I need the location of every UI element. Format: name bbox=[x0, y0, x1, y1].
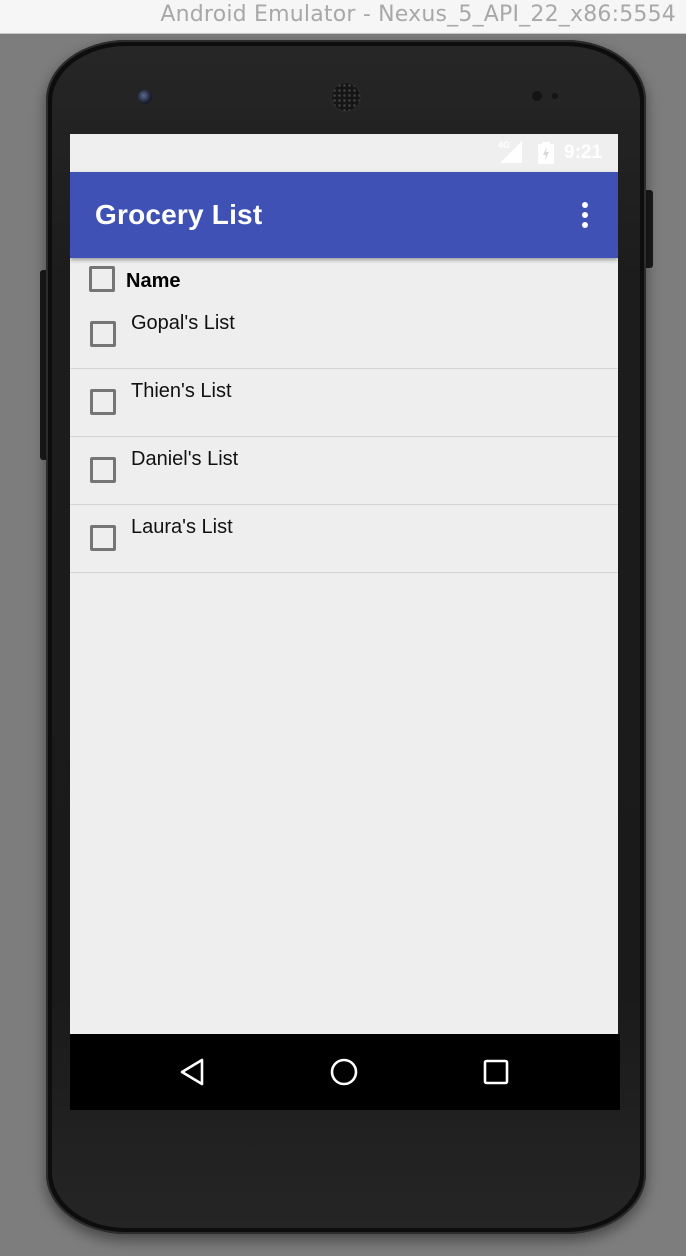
column-header-name: Name bbox=[126, 270, 181, 292]
list-item-checkbox[interactable] bbox=[90, 389, 116, 415]
list-item-checkbox[interactable] bbox=[90, 525, 116, 551]
navigation-bar bbox=[70, 1034, 620, 1110]
network-type-label: 4G bbox=[498, 140, 511, 150]
list-item[interactable]: Thien's List bbox=[70, 369, 618, 437]
device-screen: 4G 9:21 Grocery List Name Gopal's List T… bbox=[70, 134, 618, 1034]
status-bar: 4G 9:21 bbox=[70, 134, 618, 172]
emulator-titlebar: Android Emulator - Nexus_5_API_22_x86:55… bbox=[0, 0, 686, 34]
home-icon[interactable] bbox=[324, 1052, 364, 1092]
list-item-checkbox[interactable] bbox=[90, 457, 116, 483]
power-button[interactable] bbox=[646, 190, 653, 268]
list-item[interactable]: Laura's List bbox=[70, 505, 618, 573]
list-item-label: Thien's List bbox=[131, 380, 232, 402]
front-camera bbox=[138, 90, 152, 104]
app-bar: Grocery List bbox=[70, 172, 618, 258]
list-item-label: Gopal's List bbox=[131, 312, 235, 334]
earpiece-speaker bbox=[331, 82, 361, 112]
window-title: Android Emulator - Nexus_5_API_22_x86:55… bbox=[160, 2, 676, 27]
more-vert-icon[interactable] bbox=[570, 196, 600, 234]
recents-icon[interactable] bbox=[476, 1052, 516, 1092]
select-all-checkbox[interactable] bbox=[89, 266, 115, 292]
list-header: Name bbox=[70, 262, 618, 298]
proximity-sensor bbox=[532, 91, 542, 101]
list-item[interactable]: Daniel's List bbox=[70, 437, 618, 505]
status-time: 9:21 bbox=[564, 142, 603, 163]
list-item-checkbox[interactable] bbox=[90, 321, 116, 347]
back-icon[interactable] bbox=[172, 1052, 212, 1092]
list-item[interactable]: Gopal's List bbox=[70, 301, 618, 369]
list-item-label: Laura's List bbox=[131, 516, 233, 538]
app-title: Grocery List bbox=[95, 199, 263, 230]
battery-icon bbox=[538, 142, 554, 164]
light-sensor bbox=[552, 93, 558, 99]
list-item-label: Daniel's List bbox=[131, 448, 239, 470]
